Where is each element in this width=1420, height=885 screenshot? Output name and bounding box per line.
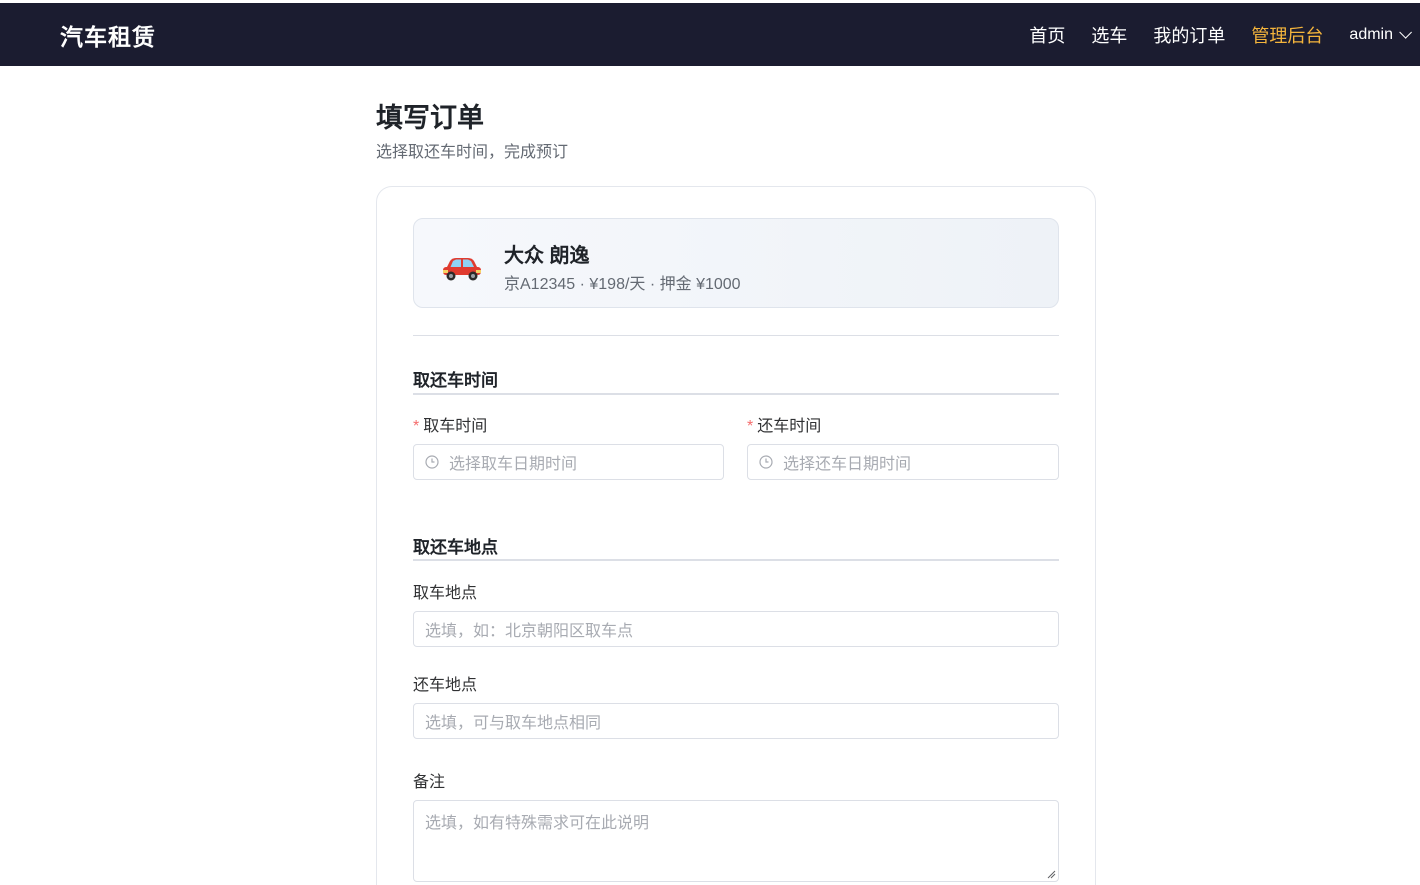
user-name: admin: [1349, 25, 1393, 43]
car-name: 大众 朗逸: [504, 245, 590, 267]
return-time-placeholder: 选择还车日期时间: [783, 456, 912, 473]
pickup-place-input[interactable]: 选填，如：北京朝阳区取车点: [413, 611, 1059, 647]
top-navbar: 汽车租赁 首页 选车 我的订单 管理后台 admin: [0, 3, 1420, 66]
section-title-place: 取还车地点: [413, 538, 498, 557]
resize-handle-icon[interactable]: [1046, 869, 1056, 879]
nav-home[interactable]: 首页: [1029, 22, 1065, 48]
return-place-placeholder: 选填，可与取车地点相同: [425, 715, 602, 732]
user-menu[interactable]: admin: [1349, 25, 1412, 44]
nav-admin[interactable]: 管理后台: [1251, 22, 1323, 48]
chevron-down-icon: [1399, 26, 1412, 39]
brand-logo[interactable]: 汽车租赁: [60, 18, 156, 52]
return-time-label: * 还车时间: [747, 418, 822, 435]
clock-icon: [425, 455, 439, 469]
return-place-input[interactable]: 选填，可与取车地点相同: [413, 703, 1059, 739]
page-title: 填写订单: [376, 103, 484, 133]
notes-textarea[interactable]: 选填，如有特殊需求可在此说明: [413, 800, 1059, 882]
car-meta: 京A12345 · ¥198/天 · 押金 ¥1000: [504, 276, 741, 293]
car-icon: [443, 258, 481, 281]
section-title-time: 取还车时间: [413, 371, 498, 390]
car-summary: 大众 朗逸 京A12345 · ¥198/天 · 押金 ¥1000: [413, 218, 1059, 308]
required-mark: *: [413, 418, 420, 435]
required-mark: *: [747, 418, 754, 435]
section-divider: [413, 393, 1059, 395]
nav-my-orders[interactable]: 我的订单: [1153, 22, 1225, 48]
page-subtitle: 选择取还车时间，完成预订: [376, 144, 569, 161]
pickup-place-placeholder: 选填，如：北京朝阳区取车点: [425, 623, 634, 640]
main-nav: 首页 选车 我的订单 管理后台 admin: [1029, 3, 1420, 66]
pickup-time-picker[interactable]: 选择取车日期时间: [413, 444, 724, 480]
pickup-place-label: 取车地点: [413, 585, 478, 602]
return-time-picker[interactable]: 选择还车日期时间: [747, 444, 1059, 480]
notes-label: 备注: [413, 774, 446, 791]
pickup-time-label: * 取车时间: [413, 418, 488, 435]
clock-icon: [759, 455, 773, 469]
section-divider: [413, 559, 1059, 561]
divider: [413, 335, 1059, 336]
notes-placeholder: 选填，如有特殊需求可在此说明: [425, 815, 650, 832]
nav-choose-car[interactable]: 选车: [1091, 22, 1127, 48]
order-form-card: 大众 朗逸 京A12345 · ¥198/天 · 押金 ¥1000 取还车时间 …: [376, 186, 1096, 885]
pickup-time-placeholder: 选择取车日期时间: [449, 456, 578, 473]
return-place-label: 还车地点: [413, 677, 478, 694]
